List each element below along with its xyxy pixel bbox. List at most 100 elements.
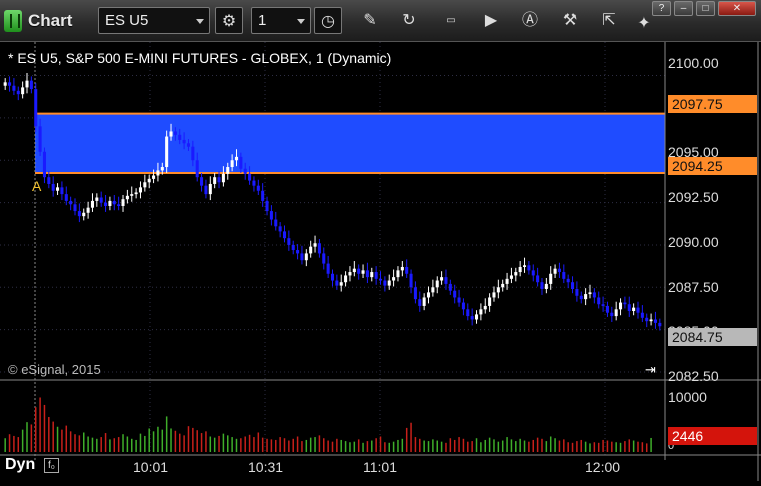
candle-body bbox=[466, 309, 470, 317]
candle-body bbox=[169, 131, 173, 137]
candle-body bbox=[208, 183, 212, 195]
candle-body bbox=[352, 268, 356, 273]
candle-body bbox=[610, 312, 614, 317]
cursor-icon[interactable]: ⇱ bbox=[595, 7, 623, 34]
minimize-button[interactable]: – bbox=[674, 1, 693, 16]
candle-body bbox=[339, 282, 343, 286]
zone-top-tag: 2097.75 bbox=[668, 95, 757, 113]
candle-body bbox=[597, 297, 601, 305]
symbol-value: ES U5 bbox=[105, 12, 149, 29]
candle-body bbox=[514, 272, 518, 276]
candle-body bbox=[138, 187, 143, 193]
app-icon bbox=[4, 10, 22, 32]
help-button[interactable]: ? bbox=[652, 1, 671, 16]
candle-body bbox=[195, 160, 199, 178]
candle-body bbox=[25, 80, 29, 88]
candle-body bbox=[60, 187, 64, 195]
candle-body bbox=[130, 194, 134, 196]
go-to-end-icon[interactable]: ⇥ bbox=[645, 362, 656, 378]
candle-body bbox=[64, 194, 68, 201]
candle-layer bbox=[3, 73, 662, 331]
candle-body bbox=[562, 272, 566, 279]
candle-body bbox=[330, 273, 335, 281]
candle-body bbox=[348, 272, 352, 276]
dyn-label[interactable]: Dyn bbox=[5, 456, 35, 474]
time-tick: 11:01 bbox=[363, 459, 397, 475]
candle-body bbox=[56, 187, 60, 191]
candle-body bbox=[553, 268, 557, 274]
candle-body bbox=[108, 200, 112, 206]
candle-body bbox=[8, 82, 12, 86]
last-volume-tag: 2446 bbox=[668, 427, 757, 445]
chevron-down-icon[interactable] bbox=[297, 19, 305, 24]
candle-body bbox=[117, 204, 121, 206]
refresh-icon[interactable]: ↻ bbox=[395, 7, 423, 34]
candle-body bbox=[34, 89, 38, 127]
candle-body bbox=[335, 280, 339, 286]
candle-body bbox=[287, 238, 291, 245]
candle-body bbox=[12, 85, 16, 91]
candle-body bbox=[173, 131, 177, 135]
alert-icon[interactable]: Ⓐ bbox=[516, 7, 544, 34]
interval-field[interactable]: 1 bbox=[251, 7, 311, 34]
candle-body bbox=[522, 265, 527, 267]
candle-body bbox=[86, 207, 90, 213]
candle-body bbox=[265, 200, 269, 212]
candle-body bbox=[614, 309, 618, 317]
symbol-field[interactable]: ES U5 bbox=[98, 7, 210, 34]
settings-icon[interactable]: ⚙ bbox=[215, 7, 243, 34]
candle-body bbox=[47, 177, 51, 184]
candle-body bbox=[69, 200, 73, 205]
candle-body bbox=[147, 178, 151, 183]
chart-title: * ES U5, S&P 500 E-MINI FUTURES - GLOBEX… bbox=[8, 50, 392, 66]
candle-body bbox=[605, 305, 609, 313]
candle-body bbox=[640, 312, 644, 318]
close-button[interactable]: ✕ bbox=[718, 1, 756, 16]
candle-body bbox=[16, 90, 20, 95]
candle-body bbox=[392, 277, 396, 281]
time-tick: 10:31 bbox=[248, 459, 284, 475]
candle-body bbox=[396, 270, 400, 278]
lock-icon[interactable]: f₀ bbox=[44, 458, 59, 473]
clock-icon[interactable]: ◷ bbox=[314, 7, 342, 34]
candle-body bbox=[566, 278, 570, 283]
candle-body bbox=[457, 297, 461, 303]
candle-body bbox=[557, 268, 561, 273]
candle-body bbox=[387, 280, 391, 286]
candle-body bbox=[160, 167, 164, 171]
candle-body bbox=[121, 199, 125, 206]
candle-body bbox=[527, 265, 531, 271]
chart-canvas[interactable] bbox=[0, 42, 761, 481]
candle-body bbox=[636, 307, 640, 313]
candle-body bbox=[29, 80, 33, 90]
candle-body bbox=[191, 146, 195, 161]
candle-body bbox=[234, 156, 239, 161]
edit-icon[interactable]: ▭ bbox=[437, 7, 465, 34]
candle-body bbox=[536, 275, 540, 283]
candle-body bbox=[623, 302, 627, 305]
volume-layer bbox=[4, 397, 652, 452]
candle-body bbox=[252, 180, 256, 186]
candle-body bbox=[431, 287, 435, 293]
tools-icon[interactable]: ⚒ bbox=[556, 7, 584, 34]
candle-body bbox=[77, 211, 81, 217]
chevron-down-icon[interactable] bbox=[196, 19, 204, 24]
candle-body bbox=[531, 270, 535, 276]
candle-body bbox=[579, 295, 583, 300]
candle-body bbox=[239, 156, 243, 169]
maximize-button[interactable]: □ bbox=[696, 1, 715, 16]
candle-body bbox=[400, 266, 404, 271]
candle-body bbox=[282, 231, 287, 239]
play-icon[interactable]: ▶ bbox=[477, 7, 505, 34]
candle-body bbox=[653, 319, 657, 323]
chart-area[interactable]: * ES U5, S&P 500 E-MINI FUTURES - GLOBEX… bbox=[0, 42, 761, 481]
price-tick: 2087.50 bbox=[668, 279, 719, 295]
interval-value: 1 bbox=[258, 12, 267, 29]
price-zone bbox=[35, 113, 665, 173]
candle-body bbox=[156, 170, 160, 176]
window-title: Chart bbox=[28, 11, 73, 30]
candle-body bbox=[322, 253, 326, 264]
copyright-text: © eSignal, 2015 bbox=[8, 362, 101, 377]
pencil-icon[interactable]: ✎ bbox=[356, 7, 384, 34]
price-tick: 2092.50 bbox=[668, 189, 719, 205]
